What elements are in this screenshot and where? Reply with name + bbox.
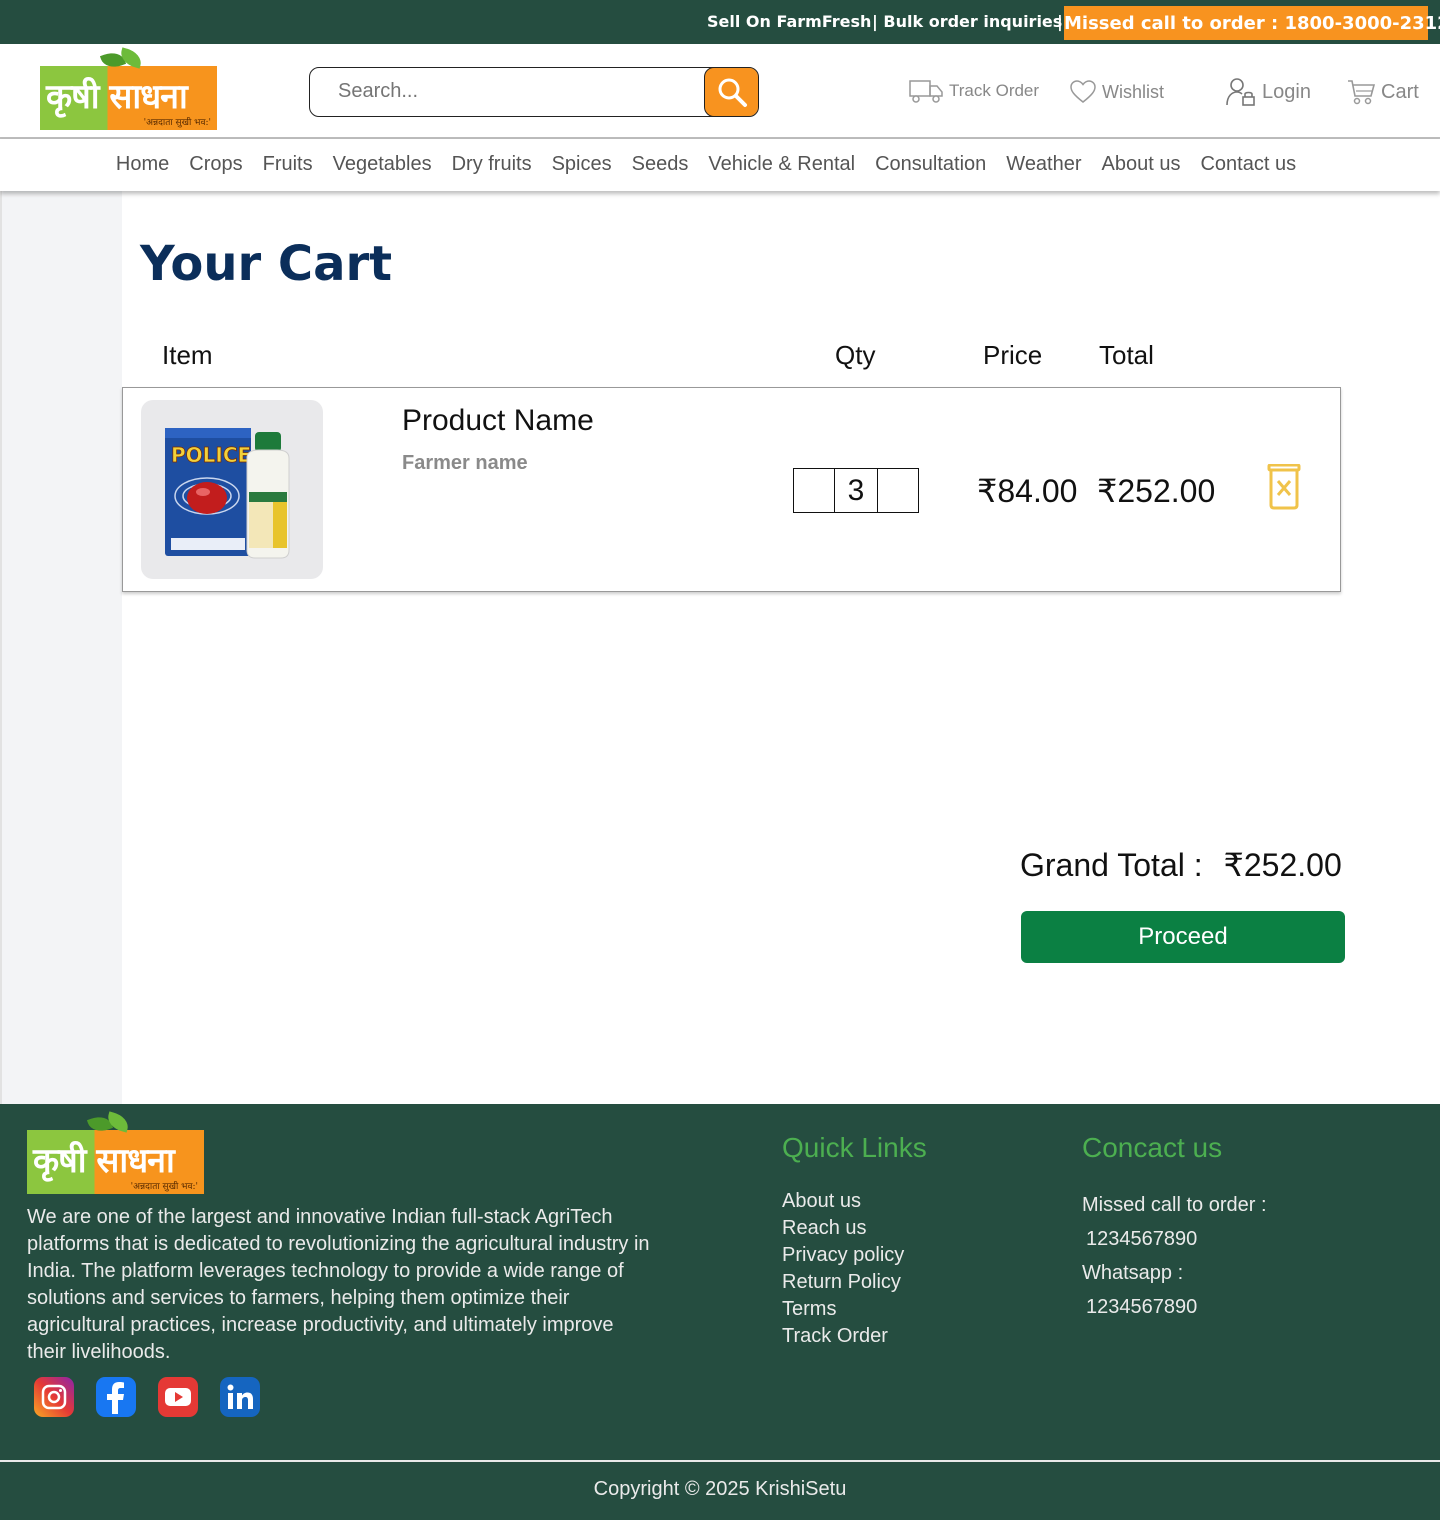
column-header-total: Total [1099, 340, 1154, 370]
quick-links-list: About us Reach us Privacy policy Return … [782, 1188, 904, 1350]
cart-item-row: POLICE Product Name Farmer name 3 ₹84.00… [122, 387, 1341, 592]
social-links [34, 1377, 260, 1417]
contact-heading: Concact us [1082, 1132, 1223, 1163]
youtube-link[interactable] [158, 1377, 198, 1417]
item-price: ₹84.00 [977, 473, 1078, 509]
missed-call-number[interactable]: 1234567890 [1082, 1222, 1267, 1256]
whatsapp-label: Whatsapp : [1082, 1262, 1184, 1284]
wishlist-label: Wishlist [1102, 81, 1164, 102]
footer-divider [0, 1460, 1440, 1462]
grand-total-label: Grand Total : [1020, 847, 1203, 883]
wishlist-link[interactable]: Wishlist [1070, 80, 1164, 104]
footer-link-about-us[interactable]: About us [782, 1188, 904, 1215]
facebook-link[interactable] [96, 1377, 136, 1417]
footer-link-reach-us[interactable]: Reach us [782, 1215, 904, 1242]
product-name[interactable]: Product Name [402, 404, 594, 438]
increase-qty-button[interactable] [878, 469, 918, 512]
nav-item-fruits[interactable]: Fruits [263, 153, 313, 176]
topbar-separator: | [1057, 12, 1063, 31]
search-icon [718, 78, 747, 107]
footer: कृषी साधना 'अन्नदाता सुखी भव:' We are on… [0, 1104, 1440, 1520]
quantity-value[interactable]: 3 [833, 469, 879, 512]
facebook-icon [107, 1382, 124, 1414]
footer-logo-tagline: 'अन्नदाता सुखी भव:' [130, 1182, 198, 1192]
bulk-order-link[interactable]: | Bulk order inquiries [872, 12, 1062, 31]
track-order-link[interactable]: Track Order [909, 78, 1039, 104]
footer-description: We are one of the largest and innovative… [27, 1206, 650, 1363]
decrease-qty-button[interactable] [794, 469, 834, 512]
sell-link[interactable]: Sell On FarmFresh [707, 12, 871, 31]
left-sidebar [0, 191, 122, 1104]
column-header-qty: Qty [835, 340, 876, 370]
nav-item-seeds[interactable]: Seeds [632, 153, 689, 176]
column-header-price: Price [983, 340, 1043, 370]
search-bar [309, 67, 759, 117]
footer-link-privacy-policy[interactable]: Privacy policy [782, 1242, 904, 1269]
nav-item-about-us[interactable]: About us [1102, 153, 1181, 176]
page-title: Your Cart [140, 236, 393, 292]
user-lock-icon [1226, 78, 1255, 106]
search-input[interactable] [310, 68, 705, 115]
footer-link-terms[interactable]: Terms [782, 1296, 904, 1323]
remove-item-button[interactable] [1266, 463, 1302, 510]
footer-link-track-order[interactable]: Track Order [782, 1323, 904, 1350]
nav-item-crops[interactable]: Crops [189, 153, 242, 176]
instagram-icon [41, 1384, 67, 1410]
quick-links-heading: Quick Links [782, 1132, 927, 1163]
grand-total: Grand Total : ₹252.00 [1020, 846, 1342, 884]
missed-call-banner[interactable]: Missed call to order : 1800-3000-23123 [1064, 6, 1440, 40]
login-label: Login [1262, 80, 1311, 103]
column-header-item: Item [162, 340, 213, 370]
logo-text: कृषी साधना [46, 77, 188, 117]
nav-item-dry-fruits[interactable]: Dry fruits [452, 153, 532, 176]
package-brand-text: POLICE [171, 443, 251, 467]
youtube-icon [165, 1388, 191, 1406]
footer-logo[interactable]: कृषी साधना 'अन्नदाता सुखी भव:' [27, 1111, 204, 1194]
grand-total-value: ₹252.00 [1223, 847, 1342, 883]
site-logo[interactable]: कृषी साधना 'अन्नदाता सुखी भव:' [40, 47, 217, 130]
top-bar: Sell On FarmFresh | Bulk order inquiries… [0, 0, 1440, 44]
main-nav: Home Crops Fruits Vegetables Dry fruits … [0, 139, 1440, 191]
cart-link[interactable]: Cart [1347, 78, 1419, 106]
proceed-button[interactable]: Proceed [1021, 911, 1345, 963]
product-package-illustration: POLICE [165, 428, 290, 559]
nav-item-weather[interactable]: Weather [1006, 153, 1081, 176]
nav-item-home[interactable]: Home [116, 153, 169, 176]
farmer-name: Farmer name [402, 452, 528, 474]
main-content [122, 191, 1440, 1104]
search-button[interactable] [704, 68, 758, 116]
nav-item-spices[interactable]: Spices [552, 153, 612, 176]
nav-item-consultation[interactable]: Consultation [875, 153, 986, 176]
nav-item-vegetables[interactable]: Vegetables [333, 153, 432, 176]
footer-logo-text: कृषी साधना [33, 1141, 175, 1181]
product-image[interactable]: POLICE [141, 400, 323, 579]
cart-label: Cart [1381, 80, 1419, 103]
whatsapp-number[interactable]: 1234567890 [1082, 1290, 1267, 1324]
heart-icon [1070, 80, 1096, 103]
quantity-stepper: 3 [793, 468, 919, 513]
trash-icon [1267, 463, 1301, 510]
track-order-label: Track Order [949, 81, 1040, 100]
instagram-link[interactable] [34, 1377, 74, 1417]
linkedin-icon [227, 1384, 253, 1409]
header: कृषी साधना 'अन्नदाता सुखी भव:' Track Ord… [0, 44, 1440, 139]
truck-icon [909, 80, 943, 103]
nav-item-vehicle-rental[interactable]: Vehicle & Rental [708, 153, 855, 176]
footer-link-return-policy[interactable]: Return Policy [782, 1269, 904, 1296]
missed-call-label: Missed call to order : [1082, 1194, 1267, 1216]
item-total: ₹252.00 [1097, 473, 1216, 509]
contact-info: Missed call to order : 1234567890 Whatsa… [1082, 1188, 1267, 1324]
linkedin-link[interactable] [220, 1377, 260, 1417]
nav-item-contact-us[interactable]: Contact us [1200, 153, 1296, 176]
copyright: Copyright © 2025 KrishiSetu [593, 1478, 847, 1500]
login-link[interactable]: Login [1226, 77, 1311, 107]
logo-tagline: 'अन्नदाता सुखी भव:' [143, 118, 211, 128]
cart-icon [1348, 80, 1375, 105]
